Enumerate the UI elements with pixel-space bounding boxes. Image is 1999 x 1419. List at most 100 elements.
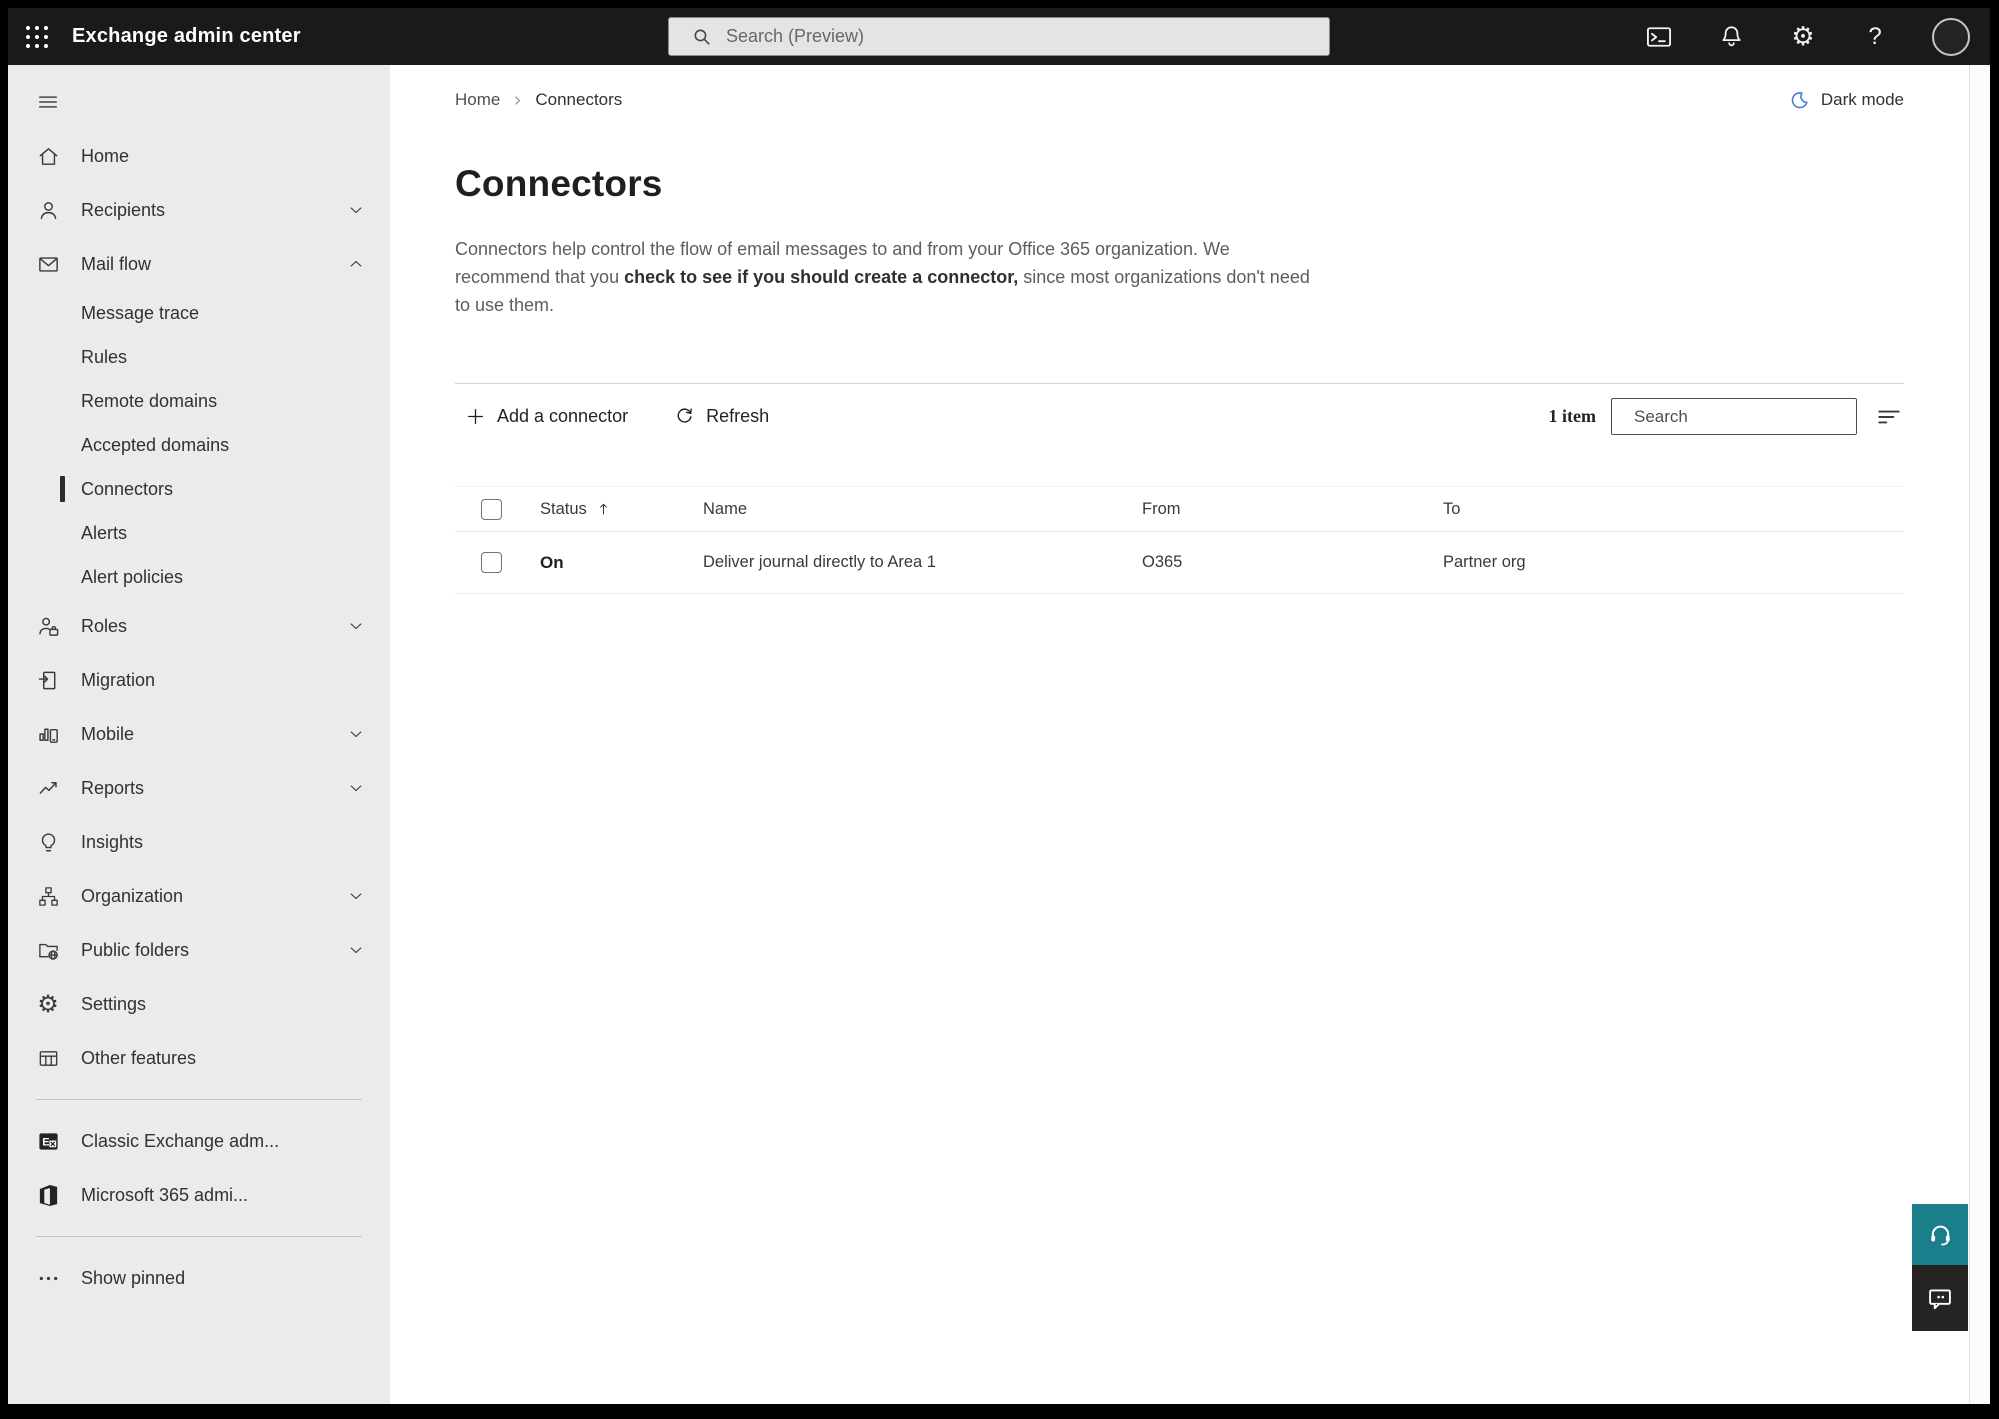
sidebar-item-mail-flow[interactable]: Mail flow (8, 237, 390, 291)
floating-buttons (1912, 1204, 1968, 1331)
breadcrumb-current: Connectors (535, 90, 623, 109)
sidebar-item-remote-domains[interactable]: Remote domains (8, 379, 390, 423)
plus-icon (468, 409, 483, 424)
column-header-status[interactable]: Status (540, 500, 703, 519)
notifications-button[interactable] (1716, 22, 1746, 52)
chevron-right-icon (515, 95, 521, 105)
sidebar-item-connectors[interactable]: Connectors (8, 467, 390, 511)
sort-filter-button[interactable] (1874, 402, 1904, 432)
sidebar-item-home[interactable]: Home (8, 129, 390, 183)
migration-icon (36, 668, 60, 692)
search-icon (691, 26, 713, 48)
list-search-box[interactable] (1611, 398, 1857, 435)
main-content: Home Connectors Dark mode Connectors Con… (390, 65, 1969, 1404)
app-launcher-button[interactable] (8, 8, 66, 65)
page-title: Connectors (455, 163, 663, 204)
command-bar: Add a connector Refresh 1 item (455, 383, 1904, 436)
cell-name: Deliver journal directly to Area 1 (703, 553, 936, 571)
refresh-icon (677, 408, 692, 423)
sidebar-item-other-features[interactable]: Other features (8, 1031, 390, 1085)
sidebar-item-accepted-domains[interactable]: Accepted domains (8, 423, 390, 467)
insights-icon (36, 830, 60, 854)
global-search-box[interactable] (668, 17, 1330, 56)
m365-logo-icon (36, 1183, 60, 1207)
table-row[interactable]: On Deliver journal directly to Area 1 O3… (455, 532, 1904, 594)
add-connector-button[interactable]: Add a connector (465, 397, 628, 437)
column-header-from[interactable]: From (1142, 500, 1443, 519)
sidebar-item-organization[interactable]: Organization (8, 869, 390, 923)
chevron-down-icon (346, 940, 366, 960)
reports-icon (36, 776, 60, 800)
scrollbar-track[interactable] (1969, 65, 1990, 1404)
sidebar-item-public-folders[interactable]: Public folders (8, 923, 390, 977)
feedback-button[interactable] (1912, 1265, 1968, 1331)
row-checkbox[interactable] (481, 552, 502, 573)
gear-icon: ⚙ (1791, 21, 1815, 52)
column-header-to[interactable]: To (1443, 500, 1904, 519)
chevron-down-icon (346, 616, 366, 636)
dark-mode-toggle[interactable]: Dark mode (1789, 90, 1904, 111)
breadcrumb: Home Connectors (455, 90, 622, 110)
topbar: Exchange admin center Search (Preview) ⚙… (8, 8, 1990, 65)
roles-icon (36, 614, 60, 638)
organization-icon (36, 884, 60, 908)
apps-grid-icon (26, 25, 48, 48)
sidebar-divider (36, 1236, 362, 1237)
sidebar-item-settings[interactable]: ⚙ Settings (8, 977, 390, 1031)
mail-icon (36, 252, 60, 276)
sidebar-item-alerts[interactable]: Alerts (8, 511, 390, 555)
sidebar-item-mobile[interactable]: Mobile (8, 707, 390, 761)
mobile-icon (36, 722, 60, 746)
column-header-name[interactable]: Name (703, 500, 1142, 519)
sidebar-item-roles[interactable]: Roles (8, 599, 390, 653)
powershell-button[interactable] (1644, 22, 1674, 52)
sidebar-item-show-pinned[interactable]: Show pinned (8, 1251, 390, 1305)
person-icon (36, 198, 60, 222)
public-folders-icon (36, 938, 60, 962)
chevron-down-icon (346, 724, 366, 744)
sidebar-item-reports[interactable]: Reports (8, 761, 390, 815)
cell-to: Partner org (1443, 553, 1526, 571)
sidebar-item-microsoft-365-admin[interactable]: Microsoft 365 admi... (8, 1168, 390, 1222)
breadcrumb-home-link[interactable]: Home (455, 90, 500, 110)
sidebar-item-classic-exchange-admin[interactable]: E Classic Exchange adm... (8, 1114, 390, 1168)
account-button[interactable] (1932, 17, 1970, 56)
support-button[interactable] (1912, 1204, 1968, 1265)
sidebar-divider (36, 1099, 362, 1100)
sidebar-item-alert-policies[interactable]: Alert policies (8, 555, 390, 599)
item-count: 1 item (1548, 406, 1596, 426)
chevron-down-icon (346, 886, 366, 906)
home-icon (36, 144, 60, 168)
settings-button[interactable]: ⚙ (1788, 22, 1818, 52)
sidebar-item-message-trace[interactable]: Message trace (8, 291, 390, 335)
ellipsis-icon (36, 1266, 60, 1290)
sort-lines-icon (1878, 410, 1900, 423)
dark-mode-label: Dark mode (1820, 90, 1904, 109)
page-description: Connectors help control the flow of emai… (455, 235, 1310, 319)
settings-icon: ⚙ (37, 990, 59, 1018)
create-connector-check-link[interactable]: check to see if you should create a conn… (624, 267, 1018, 287)
chevron-down-icon (346, 200, 366, 220)
moon-icon (1791, 91, 1808, 108)
avatar (1932, 17, 1970, 56)
topbar-actions: ⚙ ? (1644, 17, 1970, 56)
terminal-icon (1646, 26, 1672, 47)
table-header-row: Status Name From To (455, 486, 1904, 532)
sidebar-nav: Home Recipients Mail flow Message trace … (8, 65, 390, 1404)
help-button[interactable]: ? (1860, 22, 1890, 52)
list-search-input[interactable] (1634, 406, 1855, 427)
select-all-checkbox[interactable] (481, 498, 502, 520)
help-icon: ? (1868, 22, 1882, 50)
svg-text:E: E (42, 1136, 49, 1148)
cell-from: O365 (1142, 553, 1183, 571)
refresh-button[interactable]: Refresh (674, 397, 769, 437)
chevron-down-icon (346, 778, 366, 798)
sidebar-item-insights[interactable]: Insights (8, 815, 390, 869)
nav-collapse-button[interactable] (36, 91, 60, 113)
sidebar-item-rules[interactable]: Rules (8, 335, 390, 379)
global-search-input[interactable] (726, 26, 1315, 47)
headset-icon (1930, 1225, 1950, 1246)
sidebar-item-migration[interactable]: Migration (8, 653, 390, 707)
hamburger-icon (38, 96, 58, 108)
sidebar-item-recipients[interactable]: Recipients (8, 183, 390, 237)
